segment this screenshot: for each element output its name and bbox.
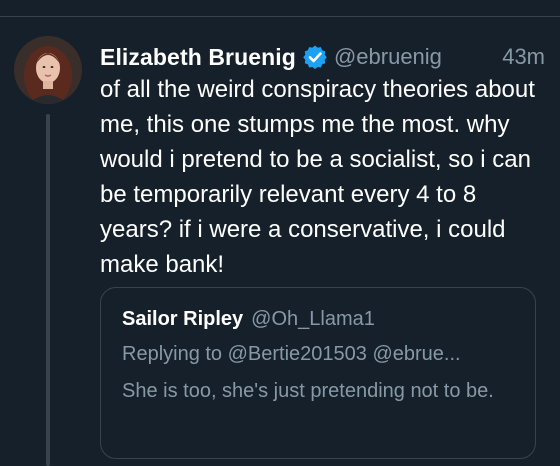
tweet-timestamp[interactable]: 43m xyxy=(502,44,545,70)
quoted-tweet-header: Sailor Ripley @Oh_Llama1 xyxy=(122,308,375,331)
author-handle[interactable]: @ebruenig xyxy=(334,44,442,70)
avatar-photo xyxy=(14,36,82,104)
author-avatar[interactable] xyxy=(14,36,82,104)
top-divider xyxy=(0,16,560,17)
tweet-header: Elizabeth Bruenig @ebruenig 43m xyxy=(100,40,545,74)
author-name[interactable]: Elizabeth Bruenig xyxy=(100,44,296,71)
quoted-tweet-body: She is too, she's just pretending not to… xyxy=(122,380,494,402)
quoted-author-name: Sailor Ripley xyxy=(122,308,244,330)
verified-badge-icon xyxy=(302,44,328,70)
tweet-body: of all the weird conspiracy theories abo… xyxy=(100,76,535,278)
quoted-tweet-card[interactable]: Sailor Ripley @Oh_Llama1 Replying to @Be… xyxy=(100,287,536,459)
thread-connector-line xyxy=(46,114,50,466)
quoted-author-handle: @Oh_Llama1 xyxy=(251,308,375,330)
quoted-replying-to: Replying to @Bertie201503 @ebrue... xyxy=(122,343,461,365)
